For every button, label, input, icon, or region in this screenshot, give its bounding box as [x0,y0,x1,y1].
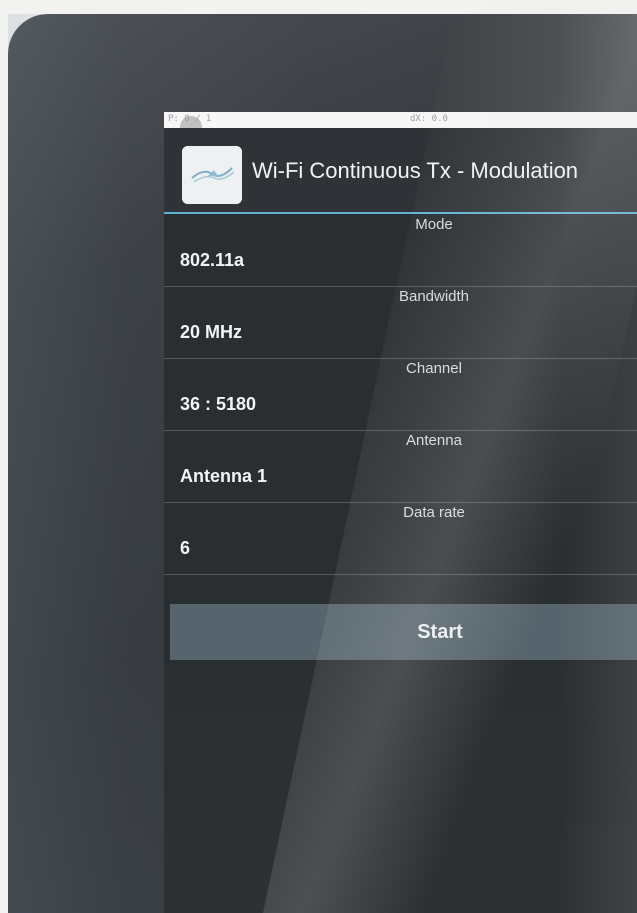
setting-label: Mode [415,216,453,233]
setting-label: Channel [406,360,462,377]
setting-label: Bandwidth [398,288,470,305]
delta-x-readout: dX: 0.0 [410,114,448,124]
app-header: Wi-Fi Continuous Tx - Modulation [164,128,637,214]
app-logo-icon [182,146,242,204]
start-button-label: Start [417,621,463,643]
empty-content-area [164,668,637,913]
setting-value[interactable]: 802.11a [180,250,244,271]
start-button[interactable]: Start [170,604,637,660]
setting-value[interactable]: Antenna 1 [180,466,267,487]
setting-channel[interactable]: Channel 36 : 5180 [164,358,637,431]
setting-bandwidth[interactable]: Bandwidth 20 MHz [164,286,637,359]
setting-data-rate[interactable]: Data rate 6 [164,502,637,575]
setting-value[interactable]: 6 [180,538,190,559]
device-screen: P: 0 / 1 dX: 0.0 Wi-Fi Continuous Tx - M… [164,112,637,913]
setting-antenna[interactable]: Antenna Antenna 1 [164,430,637,503]
setting-label: Antenna [406,432,462,449]
setting-value[interactable]: 20 MHz [180,322,242,343]
photo-frame: P: 0 / 1 dX: 0.0 Wi-Fi Continuous Tx - M… [0,0,637,913]
app-title: Wi-Fi Continuous Tx - Modulation [252,158,579,183]
setting-label: Data rate [403,504,465,521]
setting-value[interactable]: 36 : 5180 [180,394,256,415]
status-bar: P: 0 / 1 dX: 0.0 [164,112,637,128]
setting-mode[interactable]: Mode 802.11a [164,214,637,287]
